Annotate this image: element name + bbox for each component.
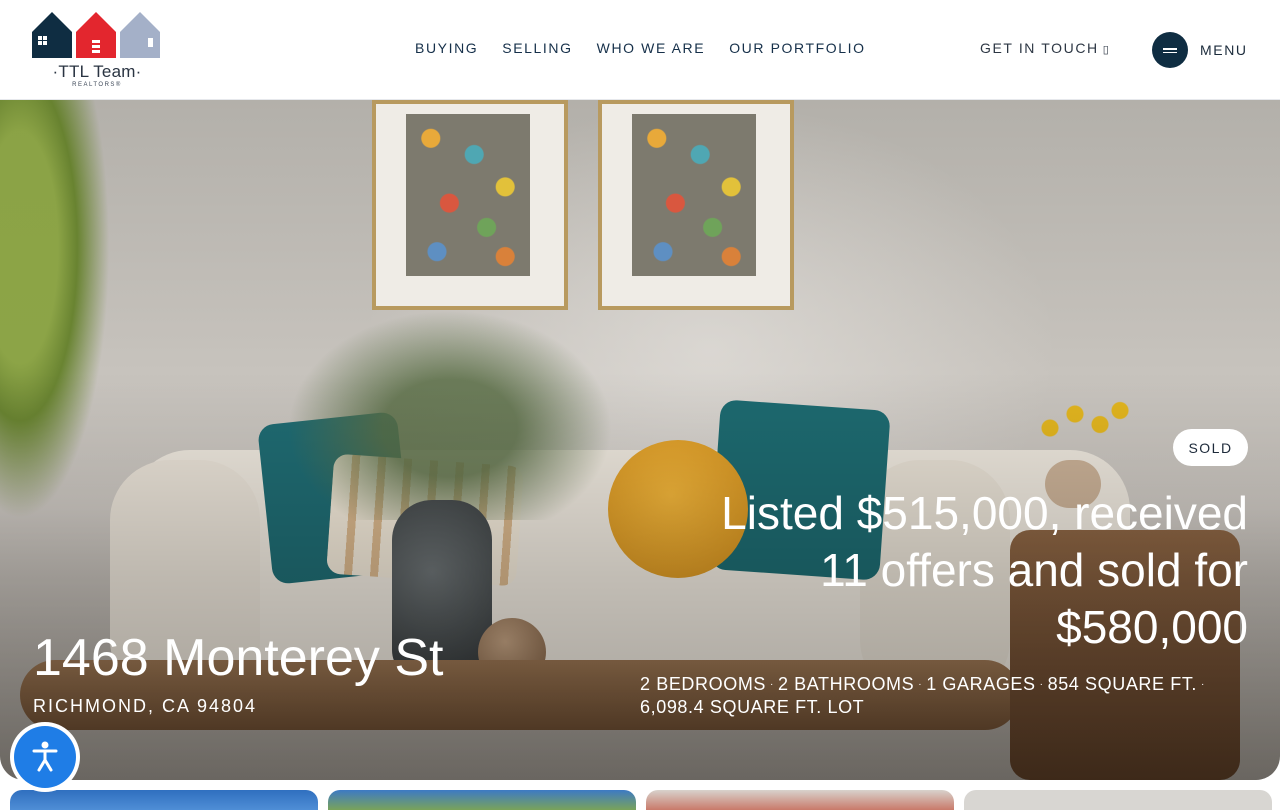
headline-line-3: $580,000 xyxy=(1056,601,1248,653)
headline-line-2: 11 offers and sold for xyxy=(820,544,1248,596)
hero-listing[interactable]: SOLD Listed $515,000, received 11 offers… xyxy=(0,100,1280,780)
spec-lot-size: 6,098.4 SQUARE FT. LOT xyxy=(640,697,865,717)
main-nav: BUYING SELLING WHO WE ARE OUR PORTFOLIO xyxy=(415,40,866,56)
chevron-down-icon: ▯ xyxy=(1102,44,1111,56)
listing-headline: Listed $515,000, received 11 offers and … xyxy=(628,485,1248,656)
listing-specs: 2 BEDROOMS · 2 BATHROOMS · 1 GARAGES · 854 SQU… xyxy=(640,673,1240,719)
headline-line-1: Listed $515,000, received xyxy=(721,487,1248,539)
accessibility-icon xyxy=(32,741,58,772)
listing-card[interactable] xyxy=(646,790,954,810)
spec-square-feet: 854 SQUARE FT. xyxy=(1047,674,1198,694)
menu-button[interactable] xyxy=(1152,32,1188,68)
accessibility-button[interactable] xyxy=(10,722,80,792)
logo-subtitle: REALTORS® xyxy=(72,82,122,88)
site-header: ·TTL Team· REALTORS® BUYING SELLING WHO … xyxy=(0,0,1280,100)
spec-bedrooms: 2 BEDROOMS xyxy=(640,674,767,694)
separator-dot: · xyxy=(918,679,923,690)
listing-card[interactable] xyxy=(964,790,1272,810)
accessibility-button-inner xyxy=(14,726,76,788)
hamburger-icon xyxy=(1163,48,1177,50)
spec-garages: 1 GARAGES xyxy=(926,674,1036,694)
status-badge: SOLD xyxy=(1173,429,1248,466)
menu-label[interactable]: MENU xyxy=(1200,42,1248,58)
listing-city: RICHMOND, CA 94804 xyxy=(33,696,258,716)
listing-address: 1468 Monterey St xyxy=(33,629,444,687)
listing-cards-row xyxy=(10,790,1280,810)
hamburger-icon-line xyxy=(1163,51,1177,53)
get-in-touch-label: GET IN TOUCH xyxy=(980,40,1099,56)
separator-dot: · xyxy=(1039,679,1044,690)
listing-card[interactable] xyxy=(10,790,318,810)
get-in-touch-button[interactable]: GET IN TOUCH ▯ xyxy=(980,40,1110,56)
nav-who-we-are[interactable]: WHO WE ARE xyxy=(597,40,706,56)
nav-buying[interactable]: BUYING xyxy=(415,40,478,56)
nav-selling[interactable]: SELLING xyxy=(502,40,572,56)
logo-name: ·TTL Team· xyxy=(52,62,142,81)
spec-bathrooms: 2 BATHROOMS xyxy=(777,674,915,694)
logo[interactable]: ·TTL Team· REALTORS® xyxy=(32,10,162,90)
listing-card[interactable] xyxy=(328,790,636,810)
nav-our-portfolio[interactable]: OUR PORTFOLIO xyxy=(729,40,865,56)
separator-dot: · xyxy=(770,679,774,690)
separator-dot: · xyxy=(1201,679,1205,690)
houses-logo-icon xyxy=(32,12,160,58)
